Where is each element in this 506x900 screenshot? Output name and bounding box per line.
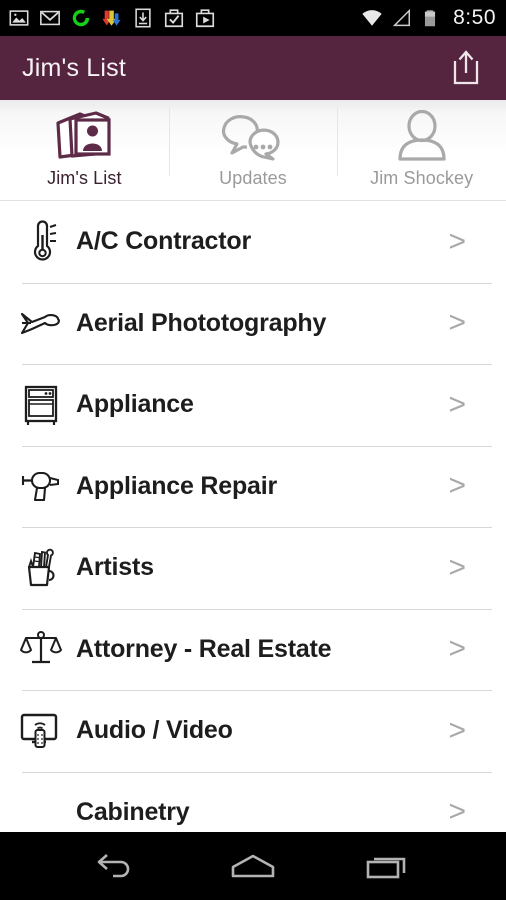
tab-label-jims-list: Jim's List bbox=[47, 168, 122, 188]
chevron-right-icon: > bbox=[448, 224, 466, 258]
tab-label-updates: Updates bbox=[219, 168, 287, 188]
play-store-video-icon bbox=[195, 9, 215, 28]
chevron-right-icon: > bbox=[448, 306, 466, 340]
android-nav-bar bbox=[0, 832, 506, 900]
back-arrow-icon bbox=[97, 854, 129, 878]
power-drill-icon bbox=[14, 466, 68, 506]
oven-stove-icon bbox=[14, 383, 68, 427]
chrome-c-icon bbox=[72, 9, 90, 27]
list-item[interactable]: Attorney - Real Estate > bbox=[0, 608, 506, 690]
tab-updates[interactable]: Updates bbox=[168, 100, 338, 200]
recent-apps-icon bbox=[367, 857, 406, 879]
tv-remote-icon bbox=[14, 709, 68, 753]
tab-bar: Jim's List Updates Jim Shockey bbox=[0, 100, 506, 201]
list-item[interactable]: Audio / Video > bbox=[0, 690, 506, 772]
share-button[interactable] bbox=[446, 47, 486, 89]
list-item-label: Cabinetry bbox=[76, 797, 190, 826]
photo-stack-person-icon bbox=[50, 108, 118, 166]
play-store-check-icon bbox=[164, 9, 184, 28]
tab-jims-list[interactable]: Jim's List bbox=[0, 100, 169, 200]
chevron-right-icon: > bbox=[448, 713, 466, 747]
share-icon bbox=[453, 50, 479, 85]
list-item-label: Attorney - Real Estate bbox=[76, 634, 332, 663]
list-item[interactable]: Appliance Repair > bbox=[0, 445, 506, 527]
recent-apps-button[interactable] bbox=[351, 840, 425, 892]
list-item-label: Appliance bbox=[76, 390, 194, 419]
home-icon bbox=[231, 854, 275, 878]
list-item[interactable]: Cabinetry > bbox=[0, 771, 506, 832]
back-button[interactable] bbox=[81, 840, 155, 892]
airplane-icon bbox=[14, 303, 68, 343]
app-header: Jim's List bbox=[0, 36, 506, 100]
cell-signal-icon bbox=[392, 8, 411, 27]
list-item-label: Audio / Video bbox=[76, 716, 233, 745]
list-item-label: Artists bbox=[76, 553, 154, 582]
chevron-right-icon: > bbox=[448, 550, 466, 584]
person-silhouette-icon bbox=[391, 108, 453, 166]
gallery-icon bbox=[9, 10, 29, 26]
list-item[interactable]: Aerial Phototography > bbox=[0, 282, 506, 364]
page-title: Jim's List bbox=[22, 53, 127, 82]
list-item[interactable]: A/C Contractor > bbox=[0, 201, 506, 283]
status-bar-clock: 8:50 bbox=[453, 6, 496, 29]
download-box-icon bbox=[135, 8, 151, 28]
scales-of-justice-icon bbox=[14, 628, 68, 670]
pencil-cup-icon bbox=[14, 545, 68, 591]
home-button[interactable] bbox=[216, 840, 290, 892]
thermometer-icon bbox=[14, 219, 68, 265]
list-item[interactable]: Appliance > bbox=[0, 364, 506, 446]
list-item[interactable]: Artists > bbox=[0, 527, 506, 609]
status-bar-notification-icons bbox=[8, 7, 361, 29]
chevron-right-icon: > bbox=[448, 632, 466, 666]
chevron-right-icon: > bbox=[448, 469, 466, 503]
status-bar: 8:50 bbox=[0, 0, 506, 36]
phone-screen: 8:50 Jim's List Jim's List Updates Jim S… bbox=[0, 0, 506, 900]
tab-jim-shockey[interactable]: Jim Shockey bbox=[337, 100, 506, 200]
category-list[interactable]: A/C Contractor > Aerial Phototography > bbox=[0, 201, 506, 832]
list-item-label: Aerial Phototography bbox=[76, 308, 327, 337]
chat-bubbles-icon bbox=[217, 108, 289, 166]
gmail-icon bbox=[40, 10, 60, 26]
chevron-right-icon: > bbox=[448, 387, 466, 421]
chevron-right-icon: > bbox=[448, 795, 466, 829]
wifi-icon bbox=[362, 10, 382, 26]
tab-label-jim-shockey: Jim Shockey bbox=[370, 168, 474, 188]
status-bar-system-icons: 8:50 bbox=[361, 6, 496, 30]
battery-icon bbox=[425, 10, 436, 27]
list-item-label: A/C Contractor bbox=[76, 227, 251, 256]
downloads-arrows-icon bbox=[102, 10, 121, 26]
list-item-label: Appliance Repair bbox=[76, 471, 278, 500]
